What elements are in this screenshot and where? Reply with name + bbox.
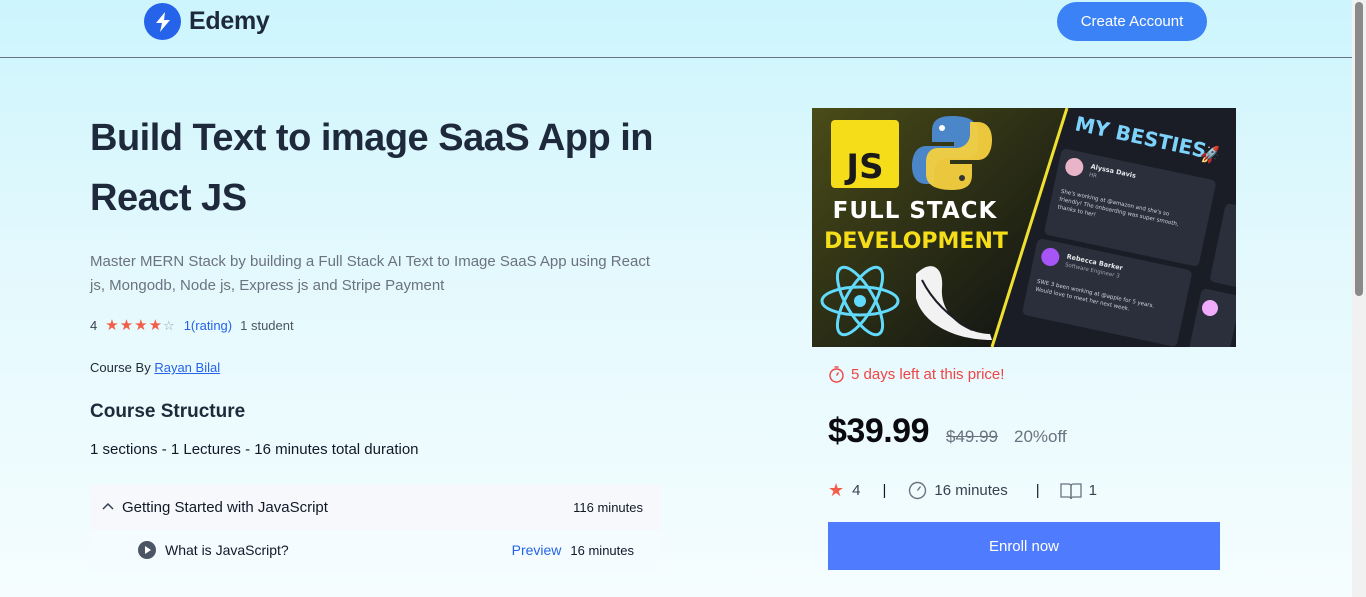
- course-meta: ★ 4 | 16 minutes | 1: [828, 480, 1097, 501]
- star-icon: ★: [134, 317, 148, 334]
- chevron-up-icon: [102, 502, 114, 510]
- lightning-icon: [144, 3, 181, 40]
- course-by-label: Course By: [90, 360, 151, 375]
- create-account-button[interactable]: Create Account: [1057, 2, 1207, 41]
- lecture-title: What is JavaScript?: [165, 542, 289, 558]
- rating-value: 4: [90, 318, 98, 333]
- page-scrollbar[interactable]: [1352, 0, 1366, 597]
- price-row: $39.99 $49.99 20%off: [828, 412, 1067, 451]
- course-title: Build Text to image SaaS App in React JS: [90, 117, 654, 219]
- star-icon: ★: [119, 317, 134, 334]
- instructor-link[interactable]: Rayan Bilal: [154, 360, 220, 375]
- course-structure-summary: 1 sections - 1 Lectures - 16 minutes tot…: [90, 441, 419, 458]
- star-icon: ★: [148, 317, 163, 334]
- course-by: Course By Rayan Bilal: [90, 360, 220, 375]
- star-icon: ★: [105, 317, 119, 334]
- js-logo-text: JS: [844, 147, 883, 187]
- play-icon[interactable]: [137, 540, 157, 560]
- rating-stars: ★ ★ ★ ★ ☆: [105, 318, 174, 333]
- meta-lectures: 1: [1088, 482, 1098, 499]
- deadline-text: 5 days left at this price!: [851, 366, 1005, 383]
- enroll-button[interactable]: Enroll now: [828, 522, 1220, 570]
- thumb-line2: DEVELOPMENT: [824, 229, 1008, 254]
- original-price: $49.99: [946, 427, 998, 446]
- thumb-line1: FULL STACK: [833, 198, 998, 224]
- svg-text:🚀: 🚀: [1200, 145, 1220, 164]
- divider: |: [882, 482, 887, 499]
- brand-logo[interactable]: Edemy: [144, 3, 270, 40]
- lecture-row: What is JavaScript? Preview 16 minutes: [90, 530, 661, 570]
- brand-name: Edemy: [189, 7, 270, 35]
- book-icon: [1060, 482, 1082, 499]
- section-title: Getting Started with JavaScript: [122, 498, 328, 516]
- meta-duration: 16 minutes: [934, 482, 1008, 499]
- star-icon: ★: [828, 480, 845, 500]
- section-header[interactable]: Getting Started with JavaScript 116 minu…: [90, 484, 661, 530]
- discount-label: 20%off: [1014, 427, 1067, 446]
- timer-icon: [829, 366, 844, 383]
- preview-link[interactable]: Preview: [512, 542, 562, 558]
- course-thumbnail: JS FULL STACK DEVELOPMENT MY BESTIES 🚀 A…: [812, 108, 1236, 347]
- section-duration: 116 minutes: [573, 499, 643, 515]
- rating-row: 4 ★ ★ ★ ★ ☆ 1(rating) 1 student: [90, 318, 294, 333]
- price-deadline: 5 days left at this price!: [828, 366, 1004, 383]
- clock-icon: [909, 481, 927, 500]
- divider: |: [1035, 482, 1040, 499]
- meta-rating: 4: [852, 482, 861, 499]
- lecture-duration: 16 minutes: [570, 542, 634, 558]
- current-price: $39.99: [828, 412, 930, 450]
- star-outline-icon: ☆: [163, 318, 175, 333]
- rating-count: 1(rating): [183, 318, 233, 333]
- course-subtitle: Master MERN Stack by building a Full Sta…: [90, 253, 650, 294]
- course-structure-title: Course Structure: [90, 401, 246, 422]
- student-count: 1 student: [240, 318, 294, 333]
- top-navbar: Edemy Create Account: [0, 0, 1352, 58]
- scrollbar-thumb[interactable]: [1355, 2, 1363, 296]
